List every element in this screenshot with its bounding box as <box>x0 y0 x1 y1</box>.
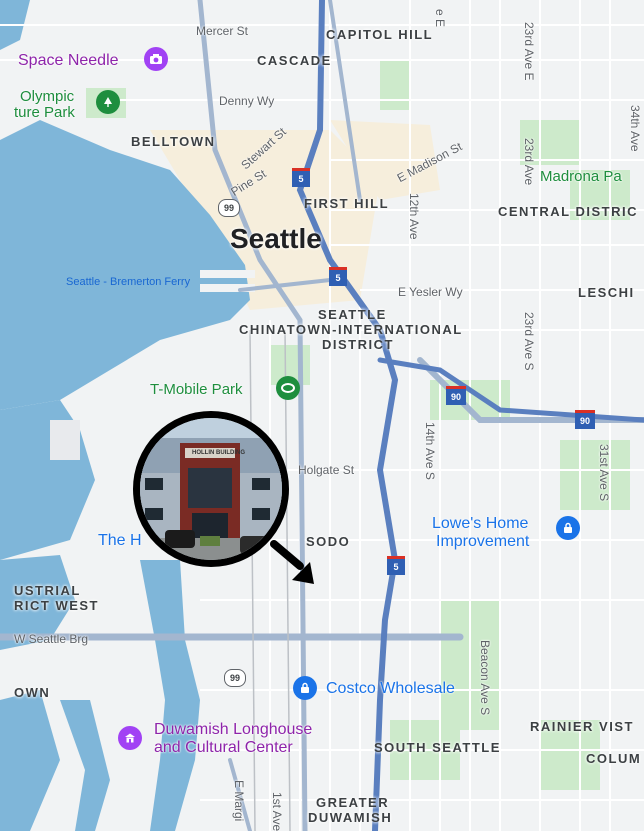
street-holgate: Holgate St <box>298 463 355 477</box>
shield-label: 99 <box>223 203 234 213</box>
costco-pin-icon[interactable] <box>293 676 317 700</box>
city-label: Seattle <box>230 223 322 254</box>
poi-duwamish-2[interactable]: and Cultural Center <box>154 739 293 757</box>
shield-label: 5 <box>393 562 399 572</box>
ferry-route-label: Seattle - Bremerton Ferry <box>66 276 191 288</box>
shield-label: 5 <box>298 174 304 184</box>
street-23rd-ave-e: 23rd Ave E <box>522 22 536 81</box>
neighborhood-leschi: LESCHI <box>578 285 635 300</box>
state-route-99-shield-icon: 99 <box>224 669 246 687</box>
street-w-seattle-brg: W Seattle Brg <box>14 632 89 646</box>
camera-pin-icon[interactable] <box>144 47 168 71</box>
neighborhood-chinatown-3: DISTRICT <box>322 337 394 352</box>
neighborhood-own: OWN <box>14 685 51 700</box>
neighborhood-cascade: CASCADE <box>257 53 332 68</box>
magnifier-arrow-icon <box>270 540 314 584</box>
magnifier-callout[interactable]: HOLLIN BUILDING <box>133 411 289 567</box>
shield-label: 99 <box>229 673 240 683</box>
shield-label: 5 <box>335 273 341 283</box>
landmark-pin-icon[interactable] <box>118 726 142 750</box>
street-12th-ave: 12th Ave <box>407 193 421 240</box>
shopping-pin-icon[interactable] <box>556 516 580 540</box>
poi-lowes-1[interactable]: Lowe's Home <box>432 515 528 533</box>
neighborhood-industrial-2: RICT WEST <box>14 598 99 613</box>
poi-space-needle[interactable]: Space Needle <box>18 52 119 70</box>
neighborhood-capitol-hill: CAPITOL HILL <box>326 27 434 42</box>
poi-tmobile-park[interactable]: T-Mobile Park <box>150 381 243 398</box>
neighborhood-greater-duwamish-2: DUWAMISH <box>308 810 393 825</box>
shield-label: 90 <box>579 416 590 426</box>
neighborhood-industrial-1: USTRIAL <box>14 583 81 598</box>
interstate-90-shield-icon: 90 <box>446 386 466 405</box>
neighborhood-belltown: BELLTOWN <box>131 134 216 149</box>
neighborhood-central-district: CENTRAL DISTRIC <box>498 204 638 219</box>
map-base-layer <box>0 0 644 831</box>
neighborhood-columbia: COLUM <box>586 751 642 766</box>
stadium-pin-icon[interactable] <box>276 376 300 400</box>
interstate-5-shield-icon: 5 <box>292 168 310 187</box>
poi-madrona[interactable]: Madrona Pa <box>540 168 622 185</box>
poi-olympic-2[interactable]: ture Park <box>14 104 75 121</box>
interstate-5-shield-icon: 5 <box>387 556 405 575</box>
poi-costco[interactable]: Costco Wholesale <box>326 680 455 698</box>
park-pin-icon[interactable] <box>96 90 120 114</box>
map-canvas[interactable]: e E Mercer St CAPITOL HILL CASCADE 23rd … <box>0 0 644 831</box>
poi-lowes-2[interactable]: Improvement <box>436 533 529 551</box>
poi-the-h[interactable]: The H <box>98 532 142 550</box>
street-23rd-ave-s: 23rd Ave S <box>522 312 536 371</box>
building-photo <box>140 418 282 560</box>
neighborhood-first-hill: FIRST HILL <box>304 196 390 211</box>
street-beacon-ave-s: Beacon Ave S <box>478 640 492 716</box>
street-denny: Denny Wy <box>219 94 275 108</box>
street-31st-ave-s: 31st Ave S <box>597 444 611 502</box>
street-ave-e-top: e E <box>433 9 447 28</box>
neighborhood-south-seattle: SOUTH SEATTLE <box>374 740 501 755</box>
street-23rd-ave: 23rd Ave <box>522 138 536 186</box>
neighborhood-chinatown-1: SEATTLE <box>318 307 387 322</box>
building-sign: HOLLIN BUILDING <box>192 450 245 456</box>
street-34th-ave: 34th Ave <box>628 105 642 152</box>
street-mercer: Mercer St <box>196 24 249 38</box>
neighborhood-rainier-vista: RAINIER VIST <box>530 719 634 734</box>
street-e-marginal: E Margi <box>232 780 246 822</box>
neighborhood-greater-duwamish-1: GREATER <box>316 795 390 810</box>
neighborhood-chinatown-2: CHINATOWN-INTERNATIONAL <box>239 322 463 337</box>
state-route-99-shield-icon: 99 <box>218 199 240 217</box>
street-e-yesler: E Yesler Wy <box>398 285 463 299</box>
interstate-90-shield-icon: 90 <box>575 410 595 429</box>
poi-olympic-1[interactable]: Olympic <box>20 88 74 105</box>
street-1st-ave: 1st Ave <box>270 792 284 831</box>
interstate-5-shield-icon: 5 <box>329 267 347 286</box>
poi-duwamish-1[interactable]: Duwamish Longhouse <box>154 721 312 739</box>
shield-label: 90 <box>450 392 461 402</box>
street-14th-ave-s: 14th Ave S <box>423 422 437 480</box>
